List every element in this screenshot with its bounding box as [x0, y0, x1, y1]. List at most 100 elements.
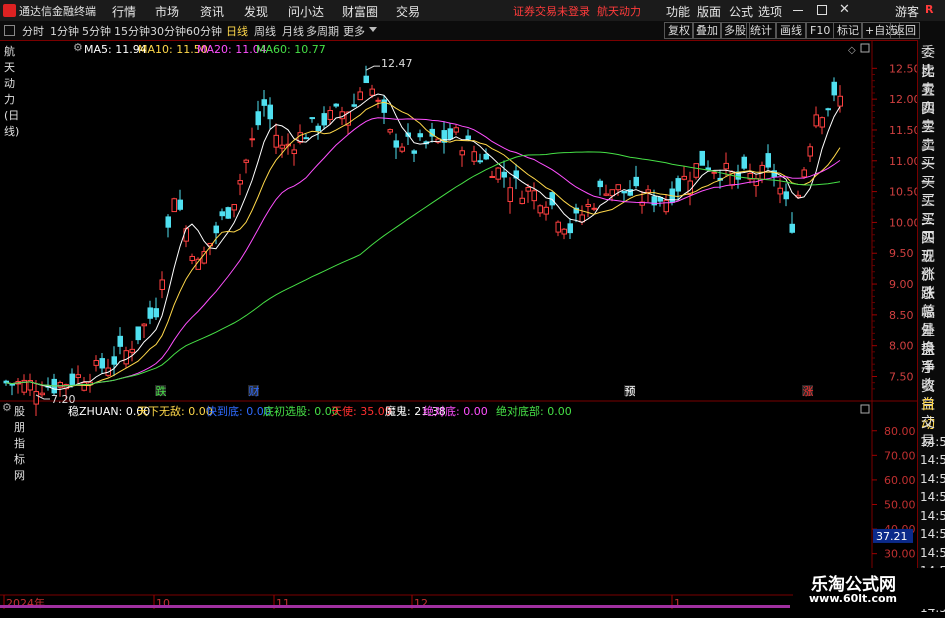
collapse-icon[interactable] [4, 25, 15, 36]
toolbar-button-6[interactable]: 标记 [833, 22, 863, 39]
candle-body [219, 211, 225, 217]
candle-body [117, 335, 123, 347]
candle-body [177, 199, 183, 210]
minimize-icon[interactable] [793, 10, 803, 11]
candle-body [111, 356, 117, 365]
window-menu-3[interactable]: 选项 [758, 3, 782, 20]
period-tab-7[interactable]: 周线 [254, 23, 276, 39]
window-menu-1[interactable]: 版面 [697, 3, 721, 20]
candle-body [93, 360, 99, 366]
period-tab-10[interactable]: 更多 [343, 23, 365, 39]
panel-label-22[interactable]: 14:56 [920, 451, 945, 470]
candle-body [675, 178, 681, 192]
menu-2[interactable]: 资讯 [200, 3, 224, 20]
kline-chart[interactable]: 12.50 12.00 11.50 11.00 10.50 10.00 9.50 9.00 8.… [0, 40, 917, 609]
menu-0[interactable]: 行情 [112, 3, 136, 20]
quote-panel: 委比 卖五 卖四 卖三 卖二 卖一 买一 买二 买三 买四 买五 现价 涨跌 涨幅 总量 外盘 换手 净资 收益 自动… [917, 40, 945, 615]
candle-body [789, 223, 795, 233]
ind-label-3: 50.00 [884, 499, 916, 512]
app-logo-icon [3, 4, 16, 17]
toolbar-button-5[interactable]: F10 [806, 22, 835, 39]
indicator-value-4: 天使: 35.09 [331, 405, 392, 418]
candle-body [585, 204, 591, 207]
event-label-0: 跌 [156, 384, 167, 398]
candle-body [693, 163, 699, 178]
candle-body [57, 382, 63, 388]
window-menu-2[interactable]: 公式 [729, 3, 753, 20]
period-tab-3[interactable]: 15分钟 [114, 23, 150, 39]
ind-label-5: 30.00 [884, 548, 916, 561]
candle-body [519, 197, 525, 205]
candle-body [555, 221, 561, 233]
menu-5[interactable]: 财富圈 [342, 3, 378, 20]
candle-body [447, 128, 453, 140]
candle-body [255, 111, 261, 126]
period-tab-2[interactable]: 5分钟 [82, 23, 111, 39]
panel-label-25[interactable]: 14:56 [920, 507, 945, 526]
period-tab-4[interactable]: 30分钟 [150, 23, 186, 39]
candle-body [81, 382, 87, 391]
candle-body [99, 358, 105, 369]
r-badge: R [925, 3, 934, 16]
candle-body [69, 373, 75, 386]
indicator-settings-icon[interactable]: ⚙ [2, 401, 12, 414]
candle-body [801, 169, 807, 178]
toolbar-button-4[interactable]: 画线 [776, 22, 806, 39]
candle-body [123, 350, 129, 365]
candle-body [633, 176, 639, 187]
toolbar-button-8[interactable]: 返回 [890, 22, 920, 39]
candle-body [33, 391, 39, 405]
more-chevron-icon[interactable] [369, 27, 377, 32]
period-tab-0[interactable]: 分时 [22, 23, 44, 39]
candle-body [189, 255, 195, 261]
close-icon[interactable]: ✕ [839, 2, 850, 17]
guest-label[interactable]: 游客 [895, 3, 919, 20]
title-bar: 通达信金融终端 证券交易未登录 航天动力 游客 行情 市场 资讯 发现 问小达 财富圈 交易… [0, 0, 945, 22]
panel-label-21[interactable]: 14:56 [920, 433, 945, 452]
trade-notice[interactable]: 证券交易未登录 航天动力 [513, 3, 641, 19]
panel-label-23[interactable]: 14:56 [920, 470, 945, 489]
menu-4[interactable]: 问小达 [288, 3, 324, 20]
panel-label-24[interactable]: 14:56 [920, 488, 945, 507]
panel-label-27[interactable]: 14:56 [920, 544, 945, 563]
current-value: 37.21 [876, 530, 908, 543]
candle-body [9, 383, 15, 386]
candle-body [645, 189, 651, 193]
indicator-value-7: 绝对底部: 0.00 [496, 405, 572, 418]
candle-body [603, 193, 609, 196]
menu-1[interactable]: 市场 [155, 3, 179, 20]
price-label-3: 11.00 [889, 155, 917, 168]
toolbar-button-1[interactable]: 叠加 [692, 22, 722, 39]
menu-3[interactable]: 发现 [244, 3, 268, 20]
toolbar-button-0[interactable]: 复权 [664, 22, 694, 39]
menu-6[interactable]: 交易 [396, 3, 420, 20]
restore-icon[interactable] [817, 5, 827, 15]
window-menu-0[interactable]: 功能 [666, 3, 690, 20]
candle-body [723, 162, 729, 170]
candle-body [777, 187, 783, 195]
price-label-4: 10.50 [889, 186, 917, 199]
candle-body [369, 88, 375, 96]
candle-body [267, 104, 273, 120]
indicator-title: 股朋指标网 [14, 405, 25, 482]
price-label-7: 9.00 [889, 278, 914, 291]
period-tab-5[interactable]: 60分钟 [186, 23, 222, 39]
panel-label-26[interactable]: 14:56 [920, 525, 945, 544]
candle-body [459, 150, 465, 156]
event-label-2: 预 [625, 385, 636, 398]
period-tab-6[interactable]: 日线 [226, 23, 248, 39]
timeline-scrollbar [0, 605, 790, 608]
candle-body [531, 190, 537, 202]
candle-body [387, 129, 393, 133]
candle-body [819, 117, 825, 128]
candle-body [75, 374, 81, 378]
period-tab-1[interactable]: 1分钟 [50, 23, 79, 39]
settings-gear-icon[interactable]: ⚙ [73, 41, 83, 54]
toolbar-button-3[interactable]: 统计 [746, 22, 776, 39]
indicator-value-6: 绝对底: 0.00 [423, 405, 488, 418]
period-tab-8[interactable]: 月线 [282, 23, 304, 39]
indicator-value-3: 底初选股: 0.00 [263, 405, 339, 418]
period-tab-9[interactable]: 多周期 [306, 23, 339, 39]
candle-body [261, 99, 267, 106]
candle-body [333, 103, 339, 107]
